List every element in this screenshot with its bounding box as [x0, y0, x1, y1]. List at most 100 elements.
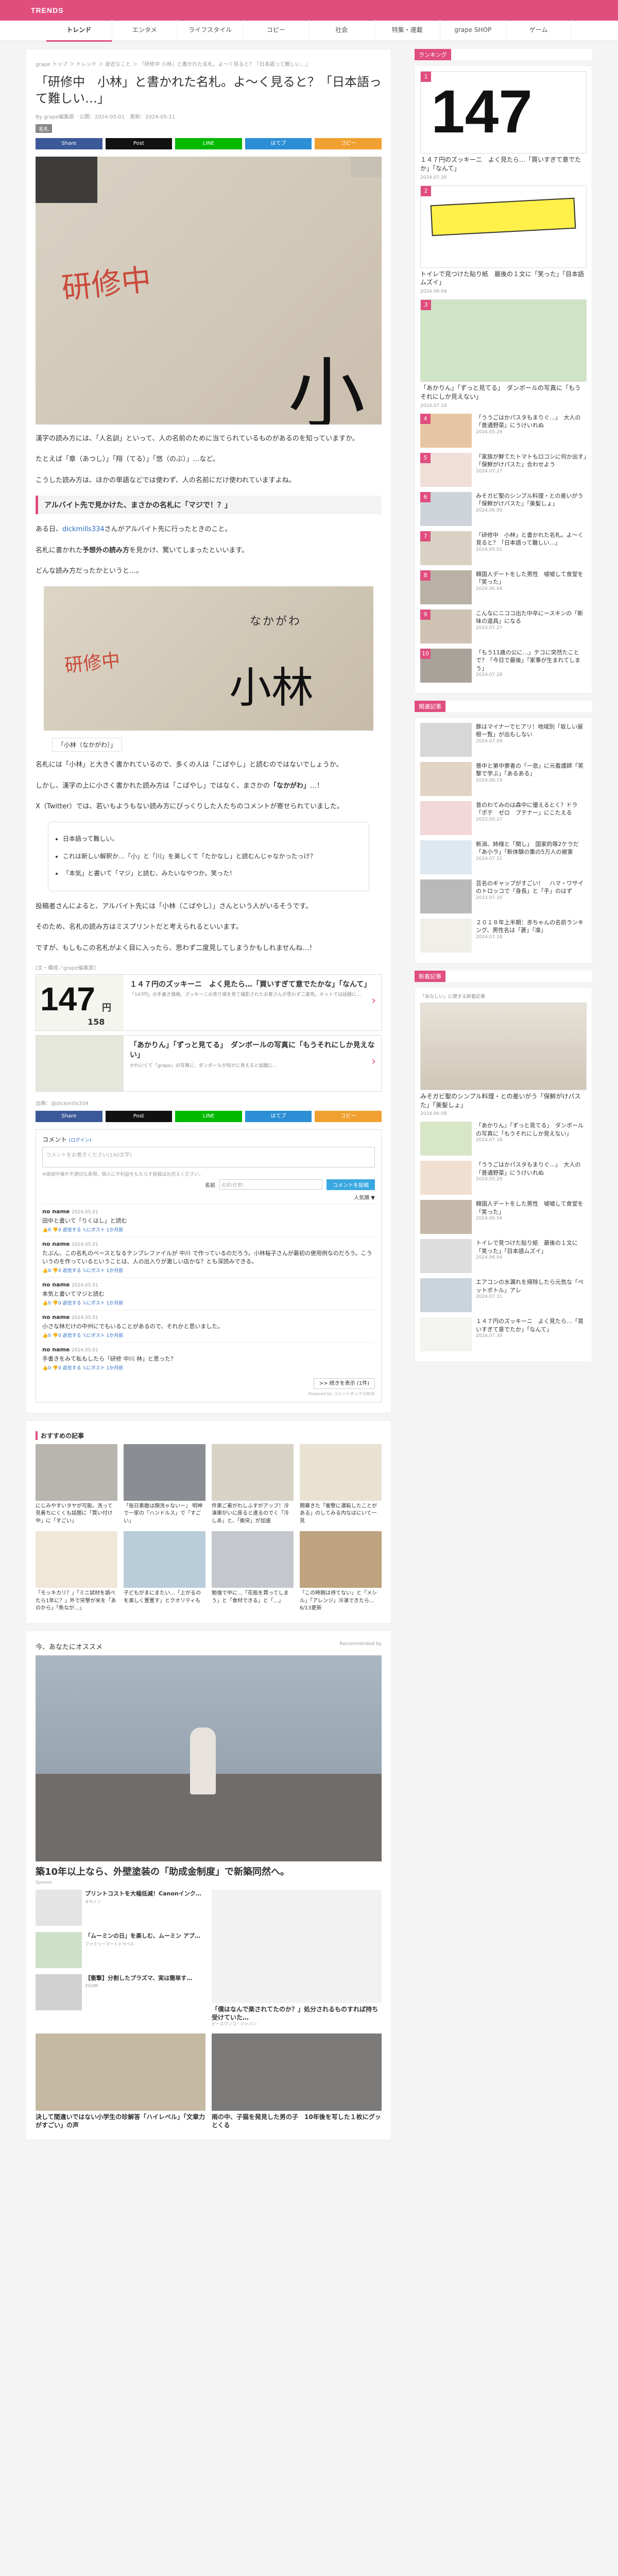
recommend-title: 決して間違いではない小学生の珍解答「ハイレベル」「文章力がすごい」の声 — [36, 2113, 205, 2129]
ranking-title: トイレで見つけた貼り紙 最後の１文に「笑った」「目本語ムズイ」 — [420, 270, 585, 286]
recommend-item[interactable]: プリントコストを大幅低減！Canonインク… キヤノン — [36, 1889, 205, 1926]
side-item[interactable]: 芸名のギャップがすごい！ ハマ・ワサイのトロッコで「身長」と「手」のはず 2023… — [420, 879, 587, 913]
ranking-item[interactable]: 6 みそガビ聖のシンプル料理・との差いがう「保鮮がけパスた」「美髪しょ」 2024.… — [420, 492, 587, 526]
nav-item-1[interactable]: エンタメ — [112, 20, 178, 42]
comment-sort[interactable]: 人気順 ▼ — [42, 1193, 375, 1201]
share-button-4[interactable]: コピー — [315, 1110, 382, 1122]
login-link[interactable]: (ログイン) — [69, 1138, 91, 1143]
side-text: 普中と第中寮者の「一息」に元看護師「笑撃で学ぶ」「あるある」 2024.06.19 — [476, 762, 587, 796]
side-item[interactable]: 普中と第中寮者の「一息」に元看護師「笑撃で学ぶ」「あるある」 2024.06.19 — [420, 761, 587, 796]
side-item[interactable]: 昔のわてみのは森中に優えるとく？ドラ「ポテ ゼロ プテナー」にこたえる 2023.… — [420, 801, 587, 835]
article-tag[interactable]: 名札 — [36, 124, 52, 133]
nav-item-6[interactable]: grape SHOP — [440, 20, 506, 42]
nametag-name: 小林 — [229, 663, 314, 713]
ranking-item[interactable]: 3 「あかりん」「ずっと見てる」 ダンボールの写真に「もうそれにしか見えない」 20… — [420, 299, 587, 409]
recommend-item-large[interactable]: 「僕はなんで楽されてたのか？」処分されるものすれば持ち受けていた… ピースワンコ・… — [212, 1889, 382, 2027]
ranking-item[interactable]: 10 「もう11歳の公に…」テコに突然たことで？「今日で最後」「家事が生まれてしま… — [420, 648, 587, 683]
comment-actions[interactable]: 👍0 👎0 返信する 𝕏にポスト 1か月前 — [42, 1226, 375, 1233]
side-item[interactable]: 韓国人デートをした男性 嘘嘘して食堂を「笑った」 2024.06.04 — [420, 1200, 587, 1234]
recommend-item-large[interactable]: 雨の中、子猫を発見した男の子 10年後を写した１枚にグッとくる — [212, 2033, 382, 2129]
osusume-item[interactable]: 勉強で中に…「花瓶を買ってしまう」と「食材できる」と「…」 — [212, 1531, 294, 1613]
osusume-item[interactable]: 子どもがまにまたい…「上がるのを楽しく置置す」とクオリティも — [124, 1531, 205, 1613]
related-article[interactable]: 147 円 158 １４７円のズッキーニ よく見たら…「買いすぎて意でたかな」「なんて… — [36, 974, 382, 1031]
related-article[interactable]: 「あかりん」「ずっと見てる」 ダンボールの写真に「もうそれにしか見えない」 かわい… — [36, 1035, 382, 1092]
share-button-1[interactable]: Post — [105, 138, 173, 149]
comment-submit-button[interactable]: コメントを投稿 — [327, 1179, 375, 1190]
new-featured[interactable]: みそガビ聖のシンプル料理・との差いがう「保鮮がけパスた」「美髪しょ」 2024.… — [420, 1002, 587, 1116]
nav-item-7[interactable]: ゲーム — [506, 20, 572, 42]
share-button-0[interactable]: Share — [36, 1110, 102, 1122]
share-button-2[interactable]: LINE — [175, 1110, 242, 1122]
brand-logo[interactable]: TRENDS — [31, 6, 64, 14]
share-button-2[interactable]: LINE — [175, 138, 242, 149]
comment-actions[interactable]: 👍0 👎0 返信する 𝕏にポスト 1か月前 — [42, 1299, 375, 1306]
side-item[interactable]: ２０１８年上半期：赤ちゃんの名前ランキング、男性名は「蒼」「凛」 2024.07.… — [420, 918, 587, 953]
paragraph-11: そのため、名札の読み方はミスプリントだと考えられるといいます。 — [36, 923, 243, 931]
author-link[interactable]: dickmills334 — [62, 526, 105, 533]
comment-input[interactable]: コメントをお書きください(140文字) — [42, 1146, 375, 1167]
ranking-title: こんなにニココ出た中卒にースキンの「新味の道具」になる — [476, 609, 583, 625]
osusume-item[interactable]: 件果ご着がれしふすがアップ！冷凍庫がいに座ると違るのでく「冷しあ」と、「衝突」が… — [212, 1444, 294, 1526]
credit-label: [文・構成／grape編集部] — [36, 965, 96, 971]
share-button-3[interactable]: はてブ — [245, 138, 312, 149]
osusume-item[interactable]: 開幕きた「衝撃に運転したことがある」のしてみる内なはにいて一見 — [300, 1444, 382, 1526]
text: ある日、 — [36, 525, 63, 533]
side-item[interactable]: 「あかりん」「ずっと見てる」 ダンボールの写真に「もうそれにしか見えない」 202… — [420, 1122, 587, 1156]
side-item[interactable]: 「ううごはかパスタもまりぐ…」 大人の「普通野菜」にうけいれぬ 2024.05.2… — [420, 1161, 587, 1195]
tweet-item: 日本語って難しい。 — [63, 834, 354, 845]
recommend-thumb — [36, 1889, 82, 1926]
comment-actions[interactable]: 👍0 👎0 返信する 𝕏にポスト 1か月前 — [42, 1332, 375, 1338]
nav-item-3[interactable]: コピー — [244, 20, 309, 42]
recommend-text: 「ムーミンの日」を楽しむ、ムーミン アプ… ファミリーマートトラベル — [85, 1932, 200, 1968]
recommend-sponsor: ZOOM — [85, 1984, 98, 1989]
side-text: 「あかりん」「ずっと見てる」 ダンボールの写真に「もうそれにしか見えない」 202… — [476, 1122, 587, 1156]
nav-item-5[interactable]: 特集・連載 — [375, 20, 440, 42]
recommend-hero-title[interactable]: 築10年以上なら、外壁塗装の「助成金制度」で新築同然へ。 — [36, 1865, 382, 1878]
side-title: １４７円のズッキーニ よく見たら…「買いすぎて意でたか」「なんて」 — [476, 1318, 583, 1333]
more-comments-button[interactable]: >> 続きを表示 (1件) — [313, 1378, 375, 1389]
side-item[interactable]: 新潟、姉様と「関し」 国家的等2ケラだ「あ小ラ」「新体験の集の5万人の被害 202… — [420, 840, 587, 874]
share-button-0[interactable]: Share — [36, 138, 102, 149]
ranking-item[interactable]: 5 「家族が鮮てたトマトもロコシに何か出す」「保鮮がけパスた」合わせよう 2024.… — [420, 452, 587, 487]
recommend-grid: プリントコストを大幅低減！Canonインク… キヤノン「ムーミンの日」を楽しむ、ム… — [36, 1889, 382, 2130]
share-button-4[interactable]: コピー — [315, 138, 382, 149]
recommend-item[interactable]: 「ムーミンの日」を楽しむ、ムーミン アプ… ファミリーマートトラベル — [36, 1931, 205, 1968]
rank-number: 3 — [421, 300, 431, 311]
nav-item-2[interactable]: ライフスタイル — [178, 20, 244, 42]
ranking-item[interactable]: 8 韓国人デートをした男性 嘘嘘して食堂を「笑った」 2024.06.04 — [420, 570, 587, 604]
recommend-item-large[interactable]: 決して間違いではない小学生の珍解答「ハイレベル」「文章力がすごい」の声 — [36, 2033, 205, 2129]
comment-item: no name 2024.05.01 手書きをみて私もしたら「研修 中川 林」と思… — [42, 1342, 375, 1375]
paragraph-5: 名札に書かれた予想外の読み方を見かけ、驚いてしまったといいます。 — [36, 545, 382, 557]
ranking-item[interactable]: 7 「研修中 小林」と書かれた名札。よ〜く見ると？「日本語って難しい…」 2024.… — [420, 531, 587, 565]
recommend-sponsor: キヤノン — [85, 1900, 101, 1905]
name-input[interactable]: 名前(任意) — [219, 1179, 322, 1190]
side-item[interactable]: トイレで見つけた貼り紙 最後の１文に「笑った」「目本語ムズイ」 2024.06.0… — [420, 1239, 587, 1274]
osusume-card: おすすめの記事 にじみやすいタヤが可能。洗って見着ちにくくも話題に「買い付け中」… — [26, 1420, 391, 1623]
comment-actions[interactable]: 👍0 👎0 返信する 𝕏にポスト 1か月前 — [42, 1364, 375, 1371]
osusume-item[interactable]: 「モッキカリ？」「ミニ試材を調べたら1年に？」外で突撃が米を「あのから」「魚なが… — [36, 1531, 117, 1613]
nav-item-4[interactable]: 社会 — [309, 20, 375, 42]
ranking-item[interactable]: 9 こんなにニココ出た中卒にースキンの「新味の道具」になる 2024.07.27 — [420, 609, 587, 643]
osusume-item[interactable]: にじみやすいタヤが可能。洗って見着ちにくくも話題に「買い付け中」に「すごい」 — [36, 1444, 117, 1526]
osusume-grid: にじみやすいタヤが可能。洗って見着ちにくくも話題に「買い付け中」に「すごい」 「毎… — [36, 1444, 382, 1613]
comment-actions[interactable]: 👍0 👎0 返信する 𝕏にポスト 1か月前 — [42, 1267, 375, 1274]
side-item[interactable]: １４７円のズッキーニ よく見たら…「買いすぎて意でたか」「なんて」 2024.07… — [420, 1317, 587, 1352]
recommend-hero-image[interactable] — [36, 1655, 382, 1861]
share-button-1[interactable]: Post — [105, 1110, 173, 1122]
recommend-item[interactable]: 【衝撃】分割したプラズマ、実は簡単す… ZOOM — [36, 1974, 205, 2010]
ranking-item[interactable]: 1 147 １４７円のズッキーニ よく見たら…「買いすぎて意でたか」「なんて」 202… — [420, 71, 587, 180]
share-button-3[interactable]: はてブ — [245, 1110, 312, 1122]
osusume-item[interactable]: 「この時期は待てない」と「メシル」「アレンジ」冷凍できたら… 6/13更新 — [300, 1531, 382, 1613]
new-header: 新着記事 — [415, 970, 592, 982]
comment-section: コメント (ログイン) コメントをお書きください(140文字) ※誹謗中傷や不適… — [36, 1129, 382, 1402]
osusume-item[interactable]: 「毎日素敵は顔洗ゃないー」 明神で一家の「ハンドルス」で「すごい」 — [124, 1444, 205, 1526]
side-item[interactable]: エアコンの水漏れを掃除したら元気な「ペットボトル」アレ 2024.07.31 — [420, 1278, 587, 1313]
tweet-item: 「本気」と書いて「マジ」と読む、みたいなやつか。笑った！ — [63, 868, 354, 879]
ranking-item[interactable]: 4 「ううごはかパスタもまりぐ…」 大人の「普通野菜」にうけいれぬ 2024.05.… — [420, 413, 587, 448]
text: しかし、漢字の上に小さく書かれた読み方は「こばやし」ではなく、まさかの — [36, 782, 270, 790]
trend-header-label: 関連記事 — [415, 700, 445, 712]
nav-item-0[interactable]: トレンド — [46, 20, 112, 42]
ranking-item[interactable]: 2 トイレで見つけた貼り紙 最後の１文に「笑った」「目本語ムズイ」 2024.06.… — [420, 185, 587, 294]
breadcrumb[interactable]: grape トップ ＞ トレンド ＞ 身近なこと ＞ 「研修中 小林」と書かれた… — [36, 60, 382, 67]
side-item[interactable]: 豚はマイナーでヒアリ！地域別「坂しい屋根一覧」が出もしない 2024.07.09 — [420, 722, 587, 757]
